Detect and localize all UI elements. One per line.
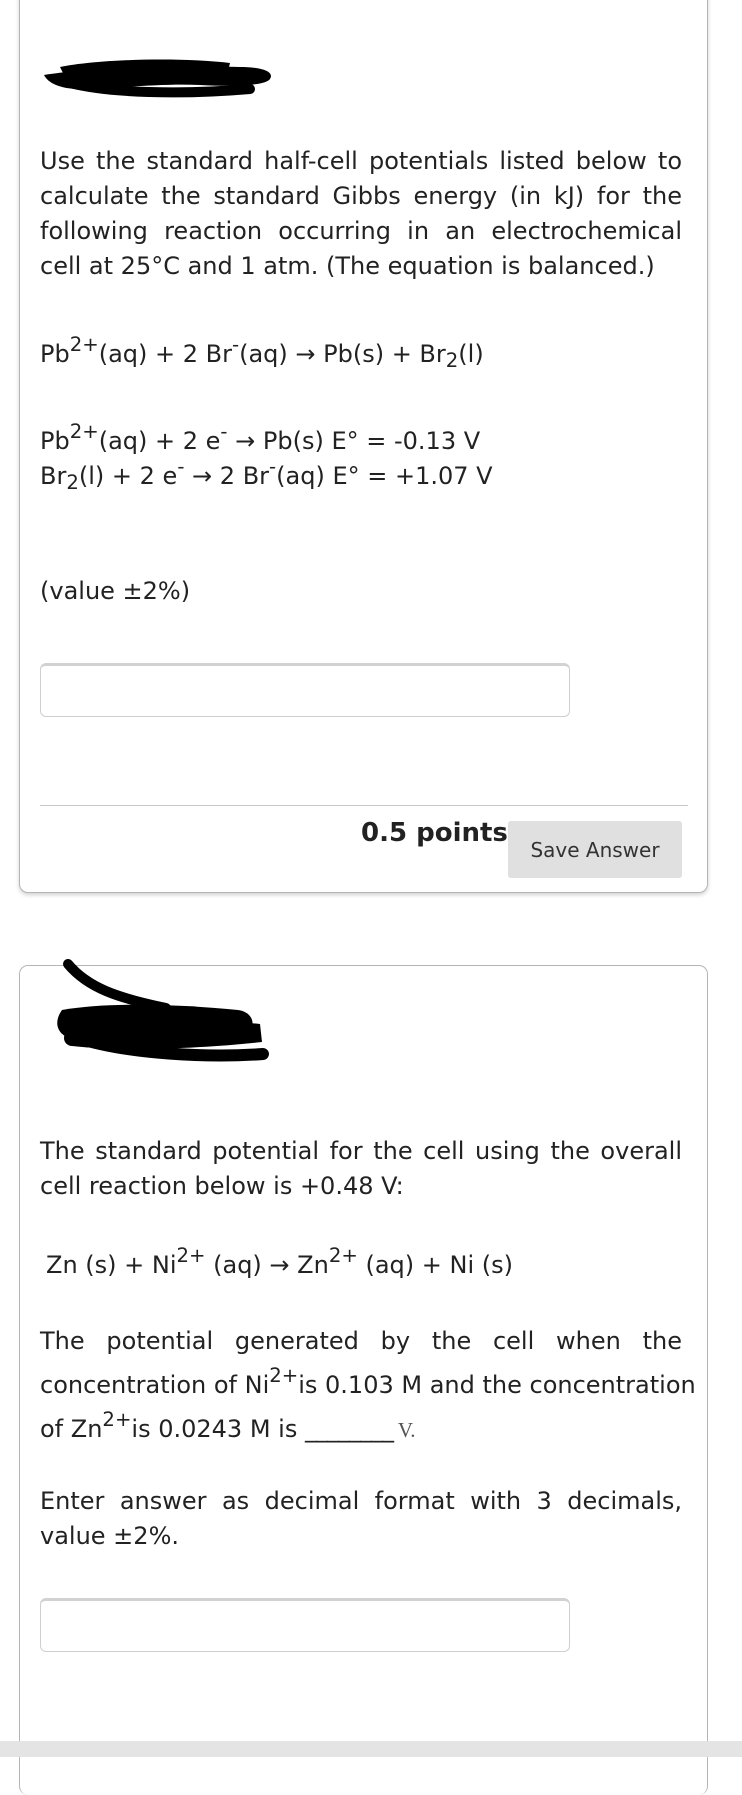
half-reaction-lead: Pb2+(aq) + 2 e- → Pb(s) E° = -0.13 V <box>40 420 481 455</box>
save-answer-button[interactable]: Save Answer <box>508 821 682 878</box>
half-reaction-bromine: Br2(l) + 2 e- → 2 Br-(aq) E° = +1.07 V <box>40 455 493 494</box>
question-2-body-line-2: concentration of Ni2+ is 0.103 M and the… <box>40 1364 696 1399</box>
question-2-reaction: Zn (s) + Ni2+ (aq) → Zn2+ (aq) + Ni (s) <box>46 1244 513 1279</box>
question-2-answer-input[interactable] <box>40 1598 570 1652</box>
question-1-answer-input[interactable] <box>40 663 570 717</box>
bottom-scroll-bar <box>0 1741 742 1757</box>
question-2-prompt: The standard potential for the cell usin… <box>40 1137 682 1200</box>
question-2-body-line-3: of Zn2+is 0.0243 M is ________ V. <box>40 1408 416 1443</box>
question-1-divider <box>40 805 688 806</box>
question-2-body: The potential generated by the cell when… <box>40 1319 696 1452</box>
redacted-question-title <box>57 959 269 1062</box>
question-1-points: 0.5 points <box>361 818 508 848</box>
question-1-prompt: Use the standard half-cell potentials li… <box>40 147 682 280</box>
question-1-reaction: Pb2+(aq) + 2 Br-(aq) → Pb(s) + Br2(l) <box>40 333 484 372</box>
redacted-question-title <box>44 59 271 98</box>
question-2-instruction: Enter answer as decimal format with 3 de… <box>40 1487 682 1550</box>
question-1-tolerance: (value ±2%) <box>40 577 191 605</box>
question-card-1: Use the standard half-cell potentials li… <box>19 0 708 893</box>
question-2-body-line-1: The potential generated by the cell when… <box>40 1327 682 1355</box>
question-card-2: The standard potential for the cell usin… <box>19 959 708 1795</box>
